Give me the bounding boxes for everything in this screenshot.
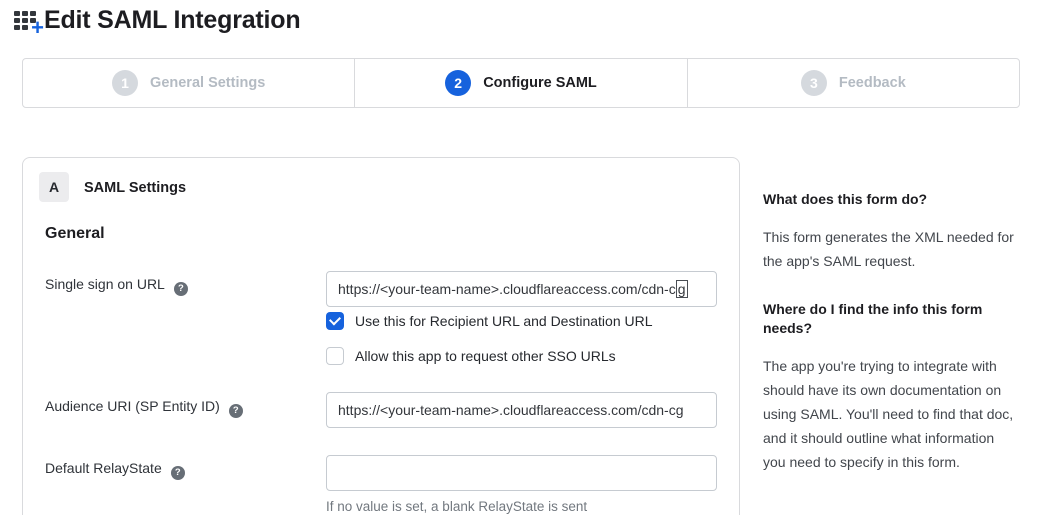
relay-state-helper-text: If no value is set, a blank RelayState i… <box>326 499 587 514</box>
relay-state-input[interactable] <box>326 455 717 491</box>
other-sso-checkbox-row: Allow this app to request other SSO URLs <box>326 347 616 365</box>
sso-url-value: https://<your-team-name>.cloudflareacces… <box>338 281 676 297</box>
text-cursor: g <box>676 280 688 298</box>
sidebar-answer-2: The app you're trying to integrate with … <box>763 354 1019 474</box>
sidebar-question-1: What does this form do? <box>763 190 1019 209</box>
step-2-label: Configure SAML <box>483 75 597 91</box>
audience-uri-input[interactable] <box>326 392 717 428</box>
step-1-label: General Settings <box>150 75 265 91</box>
recipient-url-checkbox[interactable] <box>326 312 344 330</box>
recipient-url-checkbox-row: Use this for Recipient URL and Destinati… <box>326 312 653 330</box>
step-general-settings[interactable]: 1 General Settings <box>23 59 354 107</box>
apps-grid-plus-icon: + <box>14 8 40 34</box>
step-3-label: Feedback <box>839 75 906 91</box>
sidebar-answer-1: This form generates the XML needed for t… <box>763 225 1019 273</box>
other-sso-checkbox[interactable] <box>326 347 344 365</box>
recipient-url-checkbox-label: Use this for Recipient URL and Destinati… <box>355 313 653 329</box>
sidebar-question-2: Where do I find the info this form needs… <box>763 300 1019 338</box>
audience-uri-label: Audience URI (SP Entity ID)? <box>45 398 243 418</box>
step-feedback[interactable]: 3 Feedback <box>687 59 1019 107</box>
sso-url-help-icon[interactable]: ? <box>174 282 188 296</box>
other-sso-checkbox-label: Allow this app to request other SSO URLs <box>355 348 616 364</box>
step-1-number: 1 <box>112 70 138 96</box>
page-header: + Edit SAML Integration <box>14 6 300 35</box>
help-sidebar: What does this form do? This form genera… <box>763 190 1019 474</box>
page-title: Edit SAML Integration <box>44 6 300 35</box>
relay-state-label: Default RelayState? <box>45 460 185 480</box>
general-section-heading: General <box>45 225 105 243</box>
edit-saml-integration-page: + Edit SAML Integration 1 General Settin… <box>0 0 1063 515</box>
sso-url-label: Single sign on URL? <box>45 276 188 296</box>
plus-icon: + <box>31 17 44 39</box>
relay-state-help-icon[interactable]: ? <box>171 466 185 480</box>
audience-uri-help-icon[interactable]: ? <box>229 404 243 418</box>
step-3-number: 3 <box>801 70 827 96</box>
step-configure-saml[interactable]: 2 Configure SAML <box>354 59 686 107</box>
wizard-stepper: 1 General Settings 2 Configure SAML 3 Fe… <box>22 58 1020 108</box>
section-a-badge: A <box>39 172 69 202</box>
saml-settings-panel: A SAML Settings General Single sign on U… <box>22 157 740 515</box>
sso-url-input[interactable]: https://<your-team-name>.cloudflareacces… <box>326 271 717 307</box>
panel-title: SAML Settings <box>84 180 186 196</box>
step-2-number: 2 <box>445 70 471 96</box>
